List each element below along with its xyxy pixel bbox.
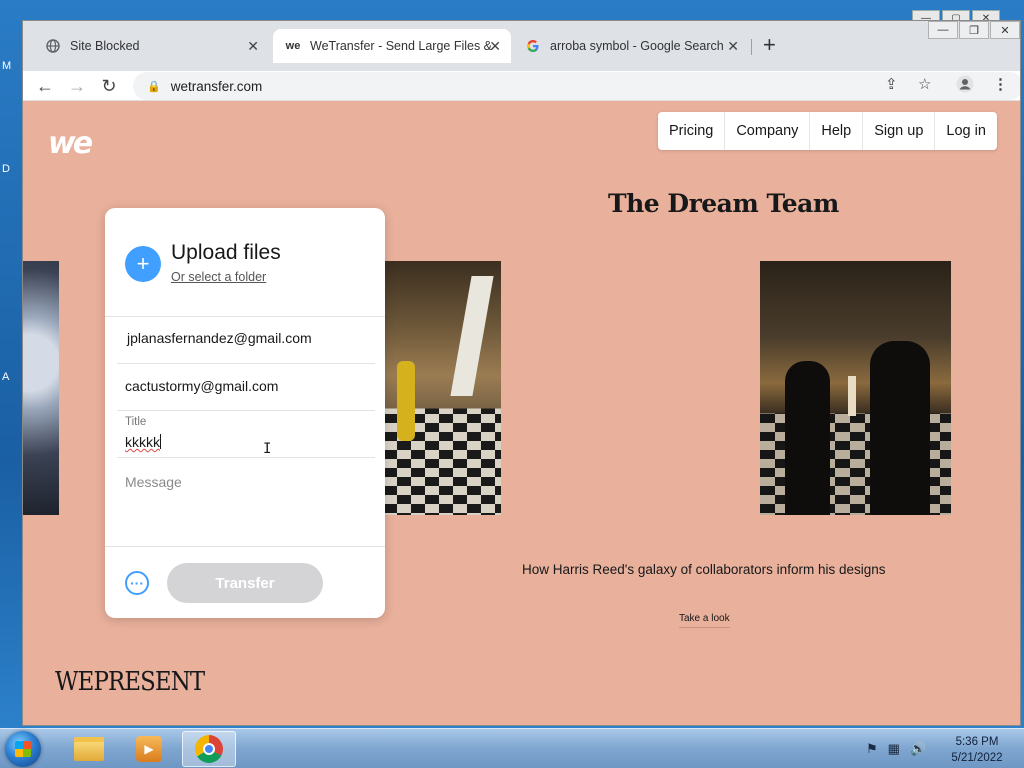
panel-divider (105, 546, 385, 547)
profile-avatar-icon[interactable] (956, 75, 974, 97)
minimize-icon[interactable]: — (928, 21, 958, 39)
tab-label: Site Blocked (70, 39, 140, 53)
close-tab-icon[interactable]: ✕ (727, 38, 739, 55)
tab-label: WeTransfer - Send Large Files & (310, 39, 493, 53)
window-controls: — ❐ ✕ (927, 21, 1020, 39)
system-tray: ⚑ ▦ 🔊 (866, 741, 926, 757)
ibeam-cursor-icon: I (263, 441, 272, 457)
webpage: we Pricing Company Help Sign up Log in T… (23, 101, 1020, 725)
field-underline (117, 410, 375, 411)
silhouette (785, 361, 830, 515)
reload-icon[interactable]: ↻ (97, 74, 121, 98)
upload-panel: + Upload files Or select a folder jplana… (105, 208, 385, 618)
nav-log-in[interactable]: Log in (934, 112, 997, 150)
desktop-icon-label: A (2, 371, 10, 383)
panel-divider (105, 316, 385, 317)
model-figure (848, 376, 856, 416)
more-options-icon[interactable]: ··· (125, 571, 149, 595)
desktop-icon-label: D (2, 163, 10, 175)
tab-site-blocked[interactable]: Site Blocked ✕ (33, 29, 269, 63)
tab-strip: Site Blocked ✕ we WeTransfer - Send Larg… (23, 21, 1020, 71)
title-field-label: Title (125, 416, 147, 428)
media-player-icon: ▶ (136, 736, 162, 762)
nav-pricing[interactable]: Pricing (658, 112, 724, 150)
silhouette (870, 341, 930, 515)
folder-icon (74, 737, 104, 761)
nav-company[interactable]: Company (724, 112, 809, 150)
transfer-button[interactable]: Transfer (167, 563, 323, 603)
clock-time: 5:36 PM (955, 736, 999, 748)
message-textarea[interactable]: Message (125, 474, 182, 490)
taskbar: ▶ ⚑ ▦ 🔊 5:36 PM 5/21/2022 (0, 728, 1024, 768)
close-tab-icon[interactable]: ✕ (247, 38, 259, 55)
clock-date: 5/21/2022 (951, 752, 1003, 764)
taskbar-explorer[interactable] (62, 731, 116, 767)
hero-image-middle (383, 261, 501, 515)
bookmark-star-icon[interactable]: ☆ (918, 75, 931, 93)
lock-icon[interactable]: 🔒 (147, 80, 161, 93)
field-underline (117, 457, 375, 458)
taskbar-chrome[interactable] (182, 731, 236, 767)
action-center-flag-icon[interactable]: ⚑ (866, 741, 878, 757)
browser-window: Site Blocked ✕ we WeTransfer - Send Larg… (22, 20, 1021, 726)
wepresent-logo[interactable]: WEPRESENT (55, 667, 205, 697)
text-caret (160, 434, 161, 449)
address-url: wetransfer.com (170, 78, 263, 94)
kebab-menu-icon[interactable]: ⋮ (993, 75, 1008, 93)
restore-icon[interactable]: ❐ (959, 21, 989, 39)
start-button[interactable] (5, 731, 41, 767)
yellow-figure (397, 361, 415, 441)
tab-separator (751, 39, 752, 55)
nav-sign-up[interactable]: Sign up (862, 112, 934, 150)
share-icon[interactable]: ⇪ (885, 75, 898, 93)
take-a-look-link[interactable]: Take a look (679, 613, 730, 628)
nav-help[interactable]: Help (809, 112, 862, 150)
add-files-button[interactable]: + (125, 246, 161, 282)
tab-wetransfer[interactable]: we WeTransfer - Send Large Files & ✕ (273, 29, 511, 63)
hero-caption: How Harris Reed's galaxy of collaborator… (522, 562, 886, 577)
title-input-value: kkkkk (125, 434, 160, 450)
forward-arrow-icon[interactable]: → (65, 74, 89, 98)
hero-image-left (23, 261, 59, 515)
wetransfer-icon: we (285, 40, 301, 52)
tab-google-search[interactable]: arroba symbol - Google Search ✕ (513, 29, 749, 63)
title-input[interactable]: kkkkk (125, 434, 161, 450)
windows-logo-icon (15, 741, 31, 757)
email-to-field[interactable]: jplanasfernandez@gmail.com (127, 330, 377, 346)
browser-toolbar: ← → ↻ 🔒 wetransfer.com ⇪ ☆ ⋮ (23, 71, 1020, 101)
close-tab-icon[interactable]: ✕ (489, 38, 501, 55)
hero-image-right (760, 261, 951, 515)
close-icon[interactable]: ✕ (990, 21, 1020, 39)
chrome-icon (195, 735, 223, 763)
globe-icon (45, 38, 61, 54)
wetransfer-logo[interactable]: we (48, 126, 93, 161)
top-nav: Pricing Company Help Sign up Log in (658, 112, 997, 150)
upload-title: Upload files (171, 241, 281, 264)
taskbar-media-player[interactable]: ▶ (122, 731, 176, 767)
hero-title: The Dream Team (608, 189, 839, 218)
field-underline (117, 363, 375, 364)
volume-icon[interactable]: 🔊 (910, 741, 926, 757)
new-tab-button[interactable]: + (763, 34, 776, 56)
studio-light (450, 276, 494, 396)
network-icon[interactable]: ▦ (888, 741, 900, 757)
google-icon (525, 38, 541, 54)
email-from-field[interactable]: cactustormy@gmail.com (125, 378, 375, 394)
select-folder-link[interactable]: Or select a folder (171, 270, 266, 284)
clock[interactable]: 5:36 PM 5/21/2022 (944, 734, 1010, 766)
back-arrow-icon[interactable]: ← (33, 74, 57, 98)
desktop-icon-label: M (2, 60, 12, 72)
tab-label: arroba symbol - Google Search (550, 39, 724, 53)
